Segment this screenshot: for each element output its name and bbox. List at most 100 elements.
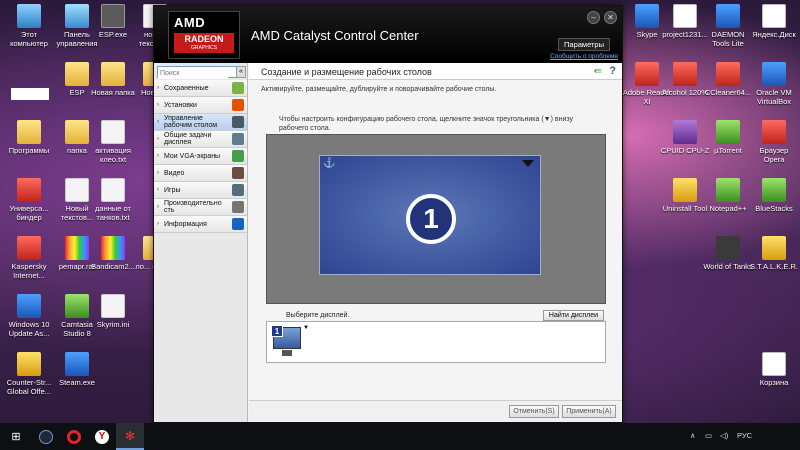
- desktop-icon-label: Корзина: [759, 378, 789, 387]
- expand-arrow-icon: ›: [157, 170, 159, 176]
- sidebar-item[interactable]: › Мои VGA-экраны: [154, 148, 247, 165]
- sidebar-item-label: Сохраненные: [164, 84, 209, 92]
- desktop-icon[interactable]: Универса... биндер: [4, 178, 54, 222]
- sidebar-item-label: Общие задачи дисплея: [164, 132, 212, 146]
- minimize-button[interactable]: –: [587, 11, 600, 24]
- cancel-button[interactable]: Отменить(S): [509, 405, 559, 418]
- desktop-icon-image: [101, 178, 125, 202]
- desktop-icon-image: [17, 294, 41, 318]
- report-problem-link[interactable]: Сообщить о проблеме: [550, 53, 618, 60]
- amd-logo-text: AMD: [174, 15, 206, 30]
- input-language[interactable]: РУС: [737, 431, 752, 440]
- sidebar-item[interactable]: › Производительно сть: [154, 199, 247, 216]
- button-bar: Отменить(S) Применить(A): [249, 400, 622, 422]
- catalyst-window: AMD RADEON GRAPHICS AMD Catalyst Control…: [153, 5, 623, 423]
- sidebar-item-icon: [232, 116, 244, 128]
- sidebar-item-icon: [232, 133, 244, 145]
- apply-button[interactable]: Применить(A): [562, 405, 616, 418]
- sidebar-item-icon: [232, 201, 244, 213]
- desktop-icon[interactable]: Oracle VM VirtualBox: [749, 62, 799, 106]
- desktop-icon-image: [65, 62, 89, 86]
- desktop-icon[interactable]: Notepad++: [703, 178, 753, 213]
- sidebar-items: › Сохраненные › Установки › Управление рабочи…: [154, 80, 247, 233]
- desktop-icon[interactable]: Программы: [4, 120, 54, 155]
- display-list: 1 ▼: [266, 321, 606, 363]
- close-button[interactable]: ✕: [604, 11, 617, 24]
- back-arrow-icon[interactable]: ⇚: [594, 66, 602, 77]
- desktop-icon[interactable]: Браузер Opera: [749, 120, 799, 164]
- desktop-icon[interactable]: Этот компьютер: [4, 4, 54, 48]
- desktop-icon-image: [65, 294, 89, 318]
- thumbnail-dropdown-icon[interactable]: ▼: [303, 325, 309, 331]
- desktop-icon-image: [17, 4, 41, 28]
- tray-chevron-icon[interactable]: ∧: [690, 431, 696, 440]
- help-icon[interactable]: ?: [609, 65, 616, 77]
- desktop-icon[interactable]: данные от танков.txt: [88, 178, 138, 222]
- sidebar-item[interactable]: › Информация: [154, 216, 247, 233]
- desktop-options-triangle-icon[interactable]: [522, 160, 534, 167]
- opera-taskbar-icon[interactable]: [60, 423, 88, 450]
- desktop-icon[interactable]: Windows 10 Update As...: [4, 294, 54, 338]
- sidebar-item-label: Игры: [164, 186, 181, 194]
- yandex-taskbar-icon[interactable]: Y: [88, 423, 116, 450]
- desktop-icon-label: Этот компьютер: [10, 30, 48, 48]
- desktop-icon[interactable]: S.T.A.L.K.E.R.: [749, 236, 799, 271]
- sidebar-item[interactable]: › Управление рабочим столом: [154, 114, 247, 131]
- volume-icon[interactable]: ◁): [720, 431, 728, 440]
- desktop-icon[interactable]: Counter-Str... Global Offe...: [4, 352, 54, 396]
- desktop-icon-image: [762, 352, 786, 376]
- desktop-icon-image: [635, 62, 659, 86]
- display-1-desktop[interactable]: ⚓ 1: [319, 155, 541, 275]
- desktop-icon-label: Notepad++: [709, 204, 747, 213]
- desktop-icon-image: [65, 120, 89, 144]
- desktop-icon[interactable]: CCleaner64...: [703, 62, 753, 97]
- desktop-icon-label: Oracle VM VirtualBox: [756, 88, 792, 106]
- desktop-icon-image: [673, 178, 697, 202]
- desktop-icon-image: [65, 4, 89, 28]
- network-icon[interactable]: ▭: [705, 431, 712, 440]
- steam-taskbar-icon[interactable]: [32, 423, 60, 450]
- desktop-icon-image: [716, 236, 740, 260]
- sidebar-item[interactable]: › Общие задачи дисплея: [154, 131, 247, 148]
- desktop-icon-image: [17, 236, 41, 260]
- desktop-icon-image: [762, 120, 786, 144]
- desktop-icon-image: [65, 178, 89, 202]
- desktop-icon-image: [65, 236, 89, 260]
- desktop-icon-image: [101, 120, 125, 144]
- desktop-icon[interactable]: Skyrim.ini: [88, 294, 138, 329]
- desktop-icon[interactable]: µTorrent: [703, 120, 753, 155]
- window-title: AMD Catalyst Control Center: [251, 28, 419, 43]
- start-button[interactable]: ⊞: [2, 423, 30, 450]
- desktop-icon-image: [716, 62, 740, 86]
- main-panel: Создание и размещение рабочих столов ⇚ ?…: [249, 63, 622, 422]
- expand-arrow-icon: ›: [157, 221, 159, 227]
- sidebar-item[interactable]: › Установки: [154, 97, 247, 114]
- desktop-icon-label: CCleaner64...: [704, 88, 752, 97]
- sidebar-item[interactable]: › Игры: [154, 182, 247, 199]
- instruction-text: Чтобы настроить конфигурацию рабочего ст…: [279, 116, 573, 132]
- desktop-icon[interactable]: Steam.exe: [52, 352, 102, 387]
- desktop-icon[interactable]: BlueStacks: [749, 178, 799, 213]
- catalyst-taskbar-icon[interactable]: ✻: [116, 423, 144, 450]
- desktop-icon[interactable]: Яндекс.Диск: [749, 4, 799, 39]
- collapse-sidebar-button[interactable]: «: [236, 66, 246, 78]
- desktop-icon[interactable]: активация клео.txt: [88, 120, 138, 164]
- desktop-icon-label: World of Tanks: [703, 262, 753, 271]
- amd-radeon-logo: AMD RADEON GRAPHICS: [168, 11, 240, 59]
- desktop-icon[interactable]: DAEMON Tools Lite: [703, 4, 753, 48]
- search-input[interactable]: [158, 68, 228, 79]
- sidebar-item[interactable]: › Видео: [154, 165, 247, 182]
- sidebar-item[interactable]: › Сохраненные: [154, 80, 247, 97]
- sidebar-item-icon: [232, 167, 244, 179]
- preferences-button[interactable]: Параметры: [558, 38, 610, 51]
- desktop-icon[interactable]: World of Tanks: [703, 236, 753, 271]
- display-1-thumbnail[interactable]: 1 ▼: [271, 325, 309, 359]
- sidebar-item-icon: [232, 218, 244, 230]
- find-displays-button[interactable]: Найти дисплеи: [542, 310, 604, 321]
- desktop-icon-image: [762, 62, 786, 86]
- desktop-icon-label: µTorrent: [714, 146, 742, 155]
- redacted-area: [11, 88, 49, 100]
- desktop-icon[interactable]: Kaspersky Internet...: [4, 236, 54, 280]
- desktop-icon-image: [101, 4, 125, 28]
- desktop-icon[interactable]: Корзина: [749, 352, 799, 387]
